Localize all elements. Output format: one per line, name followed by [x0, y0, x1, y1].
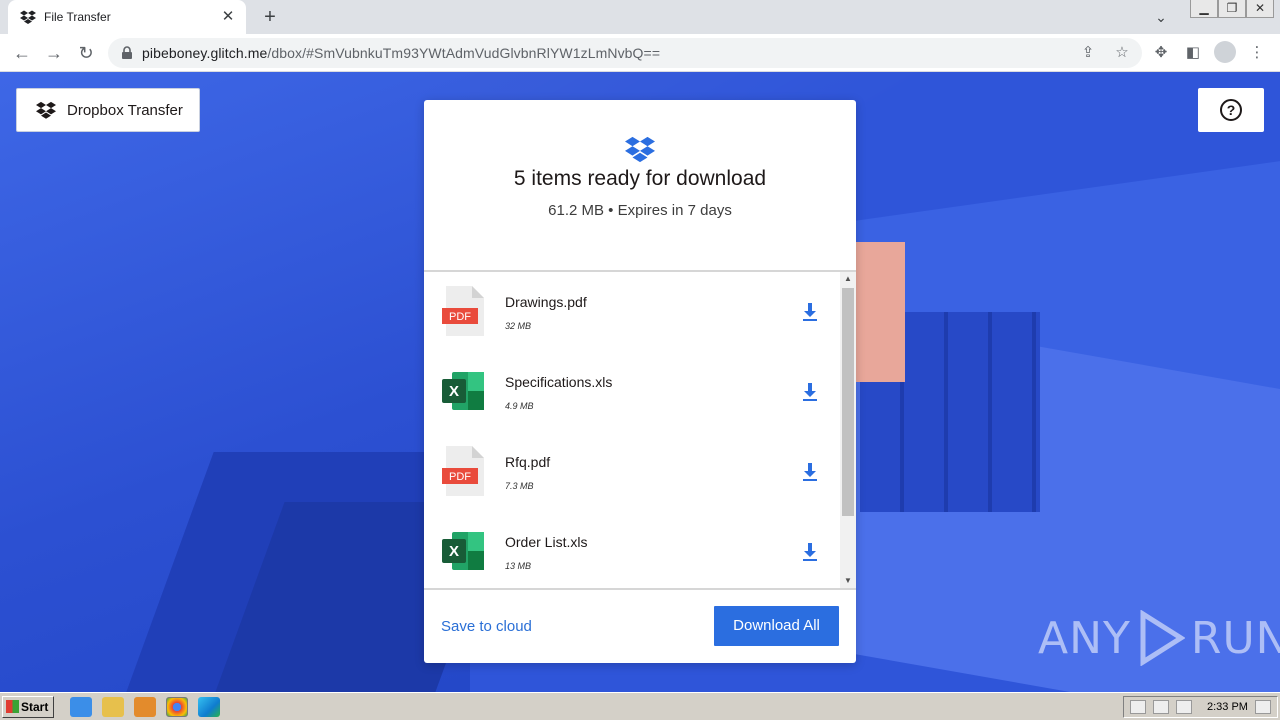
start-button[interactable]: Start [2, 696, 54, 718]
flag-tray-icon[interactable] [1130, 700, 1146, 714]
side-panel-icon[interactable]: ◧ [1182, 41, 1204, 65]
file-badge: X [449, 383, 459, 400]
file-name: Rfq.pdf [505, 454, 551, 470]
dropbox-transfer-button[interactable]: Dropbox Transfer [16, 88, 200, 132]
dropbox-icon [36, 101, 56, 119]
tab-title: File Transfer [44, 10, 111, 24]
back-arrow-icon[interactable]: ← [10, 41, 34, 65]
file-size: 13 MB [505, 561, 532, 571]
brand-label: Dropbox Transfer [67, 101, 183, 119]
file-badge: PDF [449, 471, 471, 483]
chevron-down-icon[interactable]: ⌄ [1150, 6, 1172, 28]
lock-icon [122, 46, 132, 59]
save-to-cloud-link[interactable]: Save to cloud [441, 618, 532, 635]
excel-file-icon: X [442, 532, 484, 570]
scrollbar-thumb[interactable] [842, 288, 854, 516]
background-shape [855, 242, 905, 382]
file-row[interactable]: X Specifications.xls 4.9 MB [424, 352, 840, 432]
extensions-puzzle-icon[interactable]: ✥ [1150, 41, 1172, 65]
browser-toolbar: ← → ↻ pibeboney.glitch.me/dbox/#SmVubnku… [0, 34, 1280, 72]
clock: 2:33 PM [1207, 701, 1248, 713]
card-title: 5 items ready for download [513, 167, 767, 190]
pdf-file-icon: PDF [442, 286, 484, 336]
file-list: PDF Drawings.pdf 32 MB X Specifications.… [424, 272, 840, 588]
show-desktop-icon[interactable] [1254, 700, 1271, 714]
edge-icon[interactable] [198, 697, 220, 717]
window-controls: ▁ ❐ ✕ [1190, 0, 1274, 18]
file-name: Drawings.pdf [505, 294, 587, 310]
url-text: pibeboney.glitch.me/dbox/#SmVubnkuTm93YW… [142, 45, 660, 61]
download-card: 5 items ready for download 61.2 MB • Exp… [424, 100, 856, 663]
windows-logo-icon [6, 700, 19, 713]
file-row[interactable]: PDF Rfq.pdf 7.3 MB [424, 432, 840, 512]
card-subtitle: 61.2 MB • Expires in 7 days [548, 202, 732, 219]
download-icon[interactable] [801, 542, 819, 562]
bookmark-star-icon[interactable]: ☆ [1112, 43, 1132, 63]
url-path: /dbox/#SmVubnkuTm93YWtAdmVudGlvbnRlYW1zL… [267, 45, 661, 61]
share-icon[interactable]: ⇪ [1078, 43, 1098, 63]
file-row[interactable]: PDF Drawings.pdf 32 MB [424, 272, 840, 352]
file-badge: X [449, 543, 459, 560]
start-label: Start [21, 700, 49, 714]
scroll-down-arrow-icon[interactable]: ▼ [840, 574, 856, 588]
network-tray-icon[interactable] [1153, 700, 1169, 714]
close-window-button[interactable]: ✕ [1246, 0, 1274, 18]
pdf-file-icon: PDF [442, 446, 484, 496]
file-size: 32 MB [505, 321, 532, 331]
taskbar: Start 2:33 PM [0, 692, 1280, 720]
dropbox-icon [20, 10, 36, 24]
reload-icon[interactable]: ↻ [74, 41, 98, 65]
download-all-button[interactable]: Download All [714, 606, 839, 646]
divider [424, 588, 856, 590]
media-player-icon[interactable] [134, 697, 156, 717]
download-icon[interactable] [801, 382, 819, 402]
page-viewport: Dropbox Transfer ? 5 items ready for dow… [0, 72, 1280, 692]
forward-arrow-icon[interactable]: → [42, 41, 66, 65]
excel-file-icon: X [442, 372, 484, 410]
watermark-right: RUN [1190, 612, 1280, 664]
file-size: 4.9 MB [505, 401, 534, 411]
profile-avatar-icon[interactable] [1214, 41, 1236, 63]
tab-file-transfer[interactable]: File Transfer ✕ [8, 0, 246, 34]
quick-launch [70, 697, 220, 717]
download-icon[interactable] [801, 302, 819, 322]
internet-explorer-icon[interactable] [70, 697, 92, 717]
file-size: 7.3 MB [505, 481, 534, 491]
chrome-icon[interactable] [166, 697, 188, 717]
address-bar[interactable]: pibeboney.glitch.me/dbox/#SmVubnkuTm93YW… [108, 38, 1142, 68]
anyrun-watermark: ANY RUN [1038, 610, 1280, 666]
help-button[interactable]: ? [1198, 88, 1264, 132]
watermark-left: ANY [1038, 612, 1131, 664]
new-tab-button[interactable]: + [258, 5, 282, 29]
file-row[interactable]: X Order List.xls 13 MB [424, 512, 840, 588]
file-explorer-icon[interactable] [102, 697, 124, 717]
file-name: Specifications.xls [505, 374, 613, 390]
menu-kebab-icon[interactable]: ⋮ [1246, 41, 1268, 65]
close-tab-icon[interactable]: ✕ [220, 9, 236, 25]
system-tray: 2:33 PM [1123, 696, 1278, 718]
tab-strip: File Transfer ✕ + ⌄ ▁ ❐ ✕ [0, 0, 1280, 34]
file-name: Order List.xls [505, 534, 588, 550]
restore-button[interactable]: ❐ [1218, 0, 1246, 18]
play-logo-icon [1140, 610, 1185, 666]
help-icon: ? [1220, 99, 1242, 121]
volume-tray-icon[interactable] [1176, 700, 1192, 714]
file-badge: PDF [449, 311, 471, 323]
dropbox-logo-icon [625, 136, 655, 163]
url-host: pibeboney.glitch.me [142, 45, 268, 61]
download-icon[interactable] [801, 462, 819, 482]
minimize-button[interactable]: ▁ [1190, 0, 1218, 18]
scroll-up-arrow-icon[interactable]: ▲ [840, 272, 856, 286]
file-list-scrollbar[interactable]: ▲ ▼ [840, 272, 856, 588]
card-header: 5 items ready for download 61.2 MB • Exp… [424, 100, 856, 270]
